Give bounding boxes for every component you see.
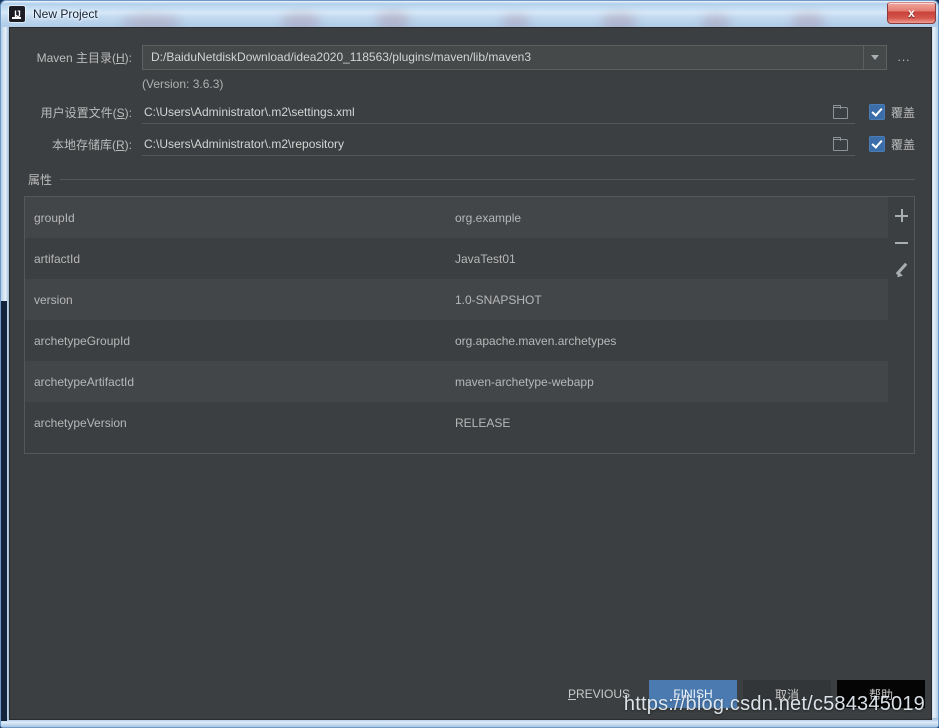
maven-home-row: Maven 主目录(H): D:/BaiduNetdiskDownload/id… (24, 42, 915, 72)
maven-home-browse-button[interactable]: ... (893, 51, 915, 63)
maven-home-combobox[interactable]: D:/BaiduNetdiskDownload/idea2020_118563/… (142, 44, 887, 70)
remove-property-button[interactable] (888, 229, 915, 256)
properties-group-header: 属性 (24, 170, 915, 188)
property-value: JavaTest01 (455, 251, 516, 266)
edit-pencil-icon (895, 263, 909, 277)
user-settings-input[interactable]: C:\Users\Administrator\.m2\settings.xml (142, 100, 855, 124)
previous-button[interactable]: P REVIOUS (555, 680, 643, 708)
property-value: maven-archetype-webapp (455, 374, 594, 389)
dialog-button-bar: P REVIOUS F INISH 取消 帮助 (10, 677, 931, 711)
property-key: archetypeVersion (34, 415, 127, 430)
window-title: New Project (33, 7, 98, 21)
titlebar[interactable]: New Project x (1, 1, 938, 27)
property-value: org.example (455, 210, 522, 225)
cancel-button[interactable]: 取消 (743, 680, 831, 708)
property-value: RELEASE (455, 415, 511, 430)
folder-icon[interactable] (832, 105, 849, 119)
table-row[interactable]: groupId org.example (25, 197, 888, 238)
finish-button[interactable]: F INISH (649, 680, 737, 708)
table-row[interactable]: archetypeVersion RELEASE (25, 402, 888, 443)
folder-icon[interactable] (832, 137, 849, 151)
checkbox-checked-icon (868, 136, 885, 152)
intellij-idea-icon (9, 6, 25, 22)
table-row[interactable]: archetypeArtifactId maven-archetype-webap… (25, 361, 888, 402)
new-project-dialog-window: New Project x Maven 主目录(H): D:/BaiduNetd… (0, 0, 939, 728)
local-repository-override-checkbox[interactable]: 覆盖 (868, 136, 915, 153)
local-repository-value: C:\Users\Administrator\.m2\repository (144, 136, 345, 151)
property-key: archetypeGroupId (34, 333, 131, 348)
table-row[interactable]: artifactId JavaTest01 (25, 238, 888, 279)
property-key: archetypeArtifactId (34, 374, 135, 389)
properties-table[interactable]: groupId org.example artifactId JavaTest01 ve… (24, 196, 888, 454)
property-value: org.apache.maven.archetypes (455, 333, 617, 348)
add-property-button[interactable] (888, 202, 915, 229)
properties-table-wrap: groupId org.example artifactId JavaTest01 ve… (24, 196, 915, 454)
table-row[interactable]: archetypeGroupId org.apache.maven.archety… (25, 320, 888, 361)
properties-toolbar (888, 196, 915, 454)
dialog-content: Maven 主目录(H): D:/BaiduNetdiskDownload/id… (10, 28, 931, 719)
window-frame-shadow (1, 301, 7, 721)
checkbox-checked-icon (868, 104, 885, 120)
maven-home-value: D:/BaiduNetdiskDownload/idea2020_118563/… (151, 50, 532, 64)
close-button[interactable]: x (887, 2, 936, 24)
local-repository-input[interactable]: C:\Users\Administrator\.m2\repository (142, 132, 855, 156)
property-value: 1.0-SNAPSHOT (455, 292, 542, 307)
property-key: artifactId (34, 251, 81, 266)
maven-home-label: Maven 主目录(H): (36, 50, 132, 65)
user-settings-value: C:\Users\Administrator\.m2\settings.xml (144, 104, 355, 119)
maven-version-row: (Version: 3.6.3) (24, 72, 915, 96)
properties-group-title: 属性 (28, 172, 53, 187)
help-button[interactable]: 帮助 (837, 680, 925, 708)
table-row[interactable]: version 1.0-SNAPSHOT (25, 279, 888, 320)
edit-property-button[interactable] (888, 256, 915, 283)
group-divider (60, 178, 915, 180)
local-repository-row: 本地存储库(R): C:\Users\Administrator\.m2\rep… (24, 128, 915, 160)
property-key: groupId (34, 210, 75, 225)
user-settings-override-label: 覆盖 (890, 105, 915, 120)
dialog-client-area: Maven 主目录(H): D:/BaiduNetdiskDownload/id… (9, 27, 932, 720)
local-repository-override-label: 覆盖 (890, 137, 915, 152)
user-settings-row: 用户设置文件(S): C:\Users\Administrator\.m2\se… (24, 96, 915, 128)
close-icon: x (908, 6, 915, 20)
user-settings-override-checkbox[interactable]: 覆盖 (868, 104, 915, 121)
property-key: version (34, 292, 73, 307)
local-repository-label: 本地存储库(R): (51, 137, 132, 152)
maven-version-note: (Version: 3.6.3) (142, 77, 224, 91)
add-icon (895, 209, 908, 222)
remove-icon (895, 236, 908, 249)
user-settings-label: 用户设置文件(S): (40, 105, 132, 120)
chevron-down-icon[interactable] (863, 45, 886, 69)
